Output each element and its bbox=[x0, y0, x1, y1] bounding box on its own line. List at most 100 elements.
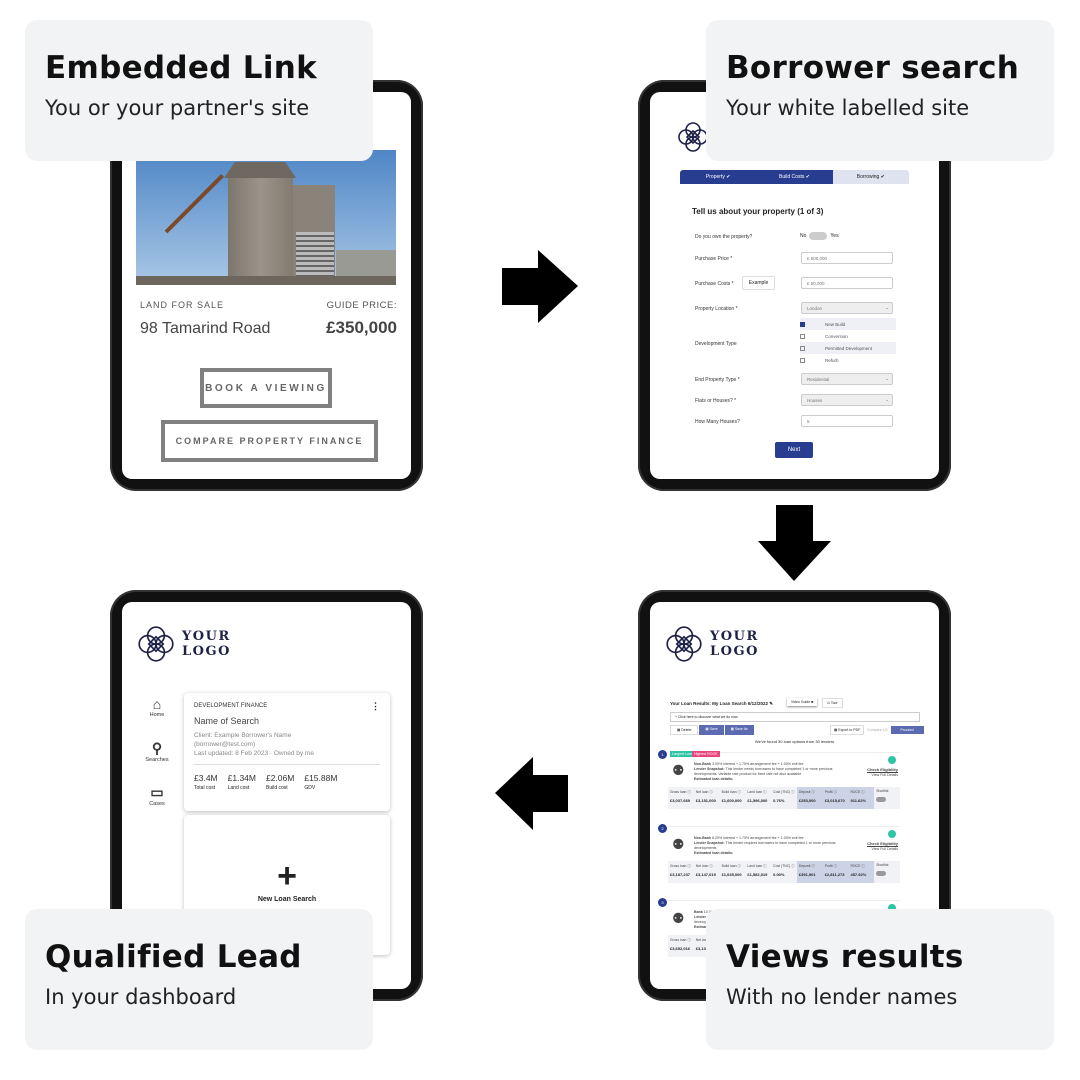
delete-button[interactable]: ▦ Delete bbox=[670, 725, 699, 735]
next-button[interactable]: Next bbox=[775, 442, 813, 458]
listing-address: 98 Tamarind Road bbox=[140, 320, 271, 337]
purchase-price-label: Purchase Price * bbox=[695, 256, 733, 262]
example-button[interactable]: Example bbox=[742, 276, 775, 290]
panel-subtitle: In your dashboard bbox=[45, 985, 237, 1009]
proceed-button[interactable]: Proceed bbox=[890, 726, 924, 734]
purchase-costs-label: Purchase Costs * bbox=[695, 281, 734, 287]
rank-badge: 1 bbox=[658, 750, 667, 759]
compare-finance-button[interactable]: COMPARE PROPERTY FINANCE bbox=[161, 420, 378, 462]
purchase-costs-input[interactable]: £ 50,000 bbox=[801, 277, 893, 289]
nav-searches[interactable]: ⚲ Searches bbox=[142, 740, 172, 763]
stat-header: Build loan ⓘ bbox=[721, 864, 741, 868]
loan-result-row[interactable]: 1 Largest Loan Highest ROCE ⚉ Non-Bank 3.0… bbox=[658, 750, 900, 814]
card-email: (borrower@test.com) bbox=[194, 741, 256, 748]
stat-label: Land cost bbox=[227, 785, 250, 791]
flats-select[interactable]: Houses ⌄ bbox=[801, 394, 893, 406]
count-input[interactable]: 5 bbox=[801, 415, 893, 427]
view-details-link[interactable]: View Full Details bbox=[872, 773, 899, 777]
stat-cell: ROCE ⓘ 911.62% bbox=[848, 787, 875, 809]
nav-label: Home bbox=[149, 712, 165, 718]
checkbox-label: New Build bbox=[825, 321, 846, 327]
location-select[interactable]: London ⌄ bbox=[801, 302, 893, 314]
dev-type-refurb[interactable]: Refurb bbox=[800, 354, 896, 366]
logo-line1: YOUR bbox=[182, 629, 231, 644]
stat-cell: Deposit ⓘ £253,000 bbox=[796, 787, 823, 809]
tab-build-costs[interactable]: Build Costs ✔ bbox=[756, 170, 833, 184]
stat-cell: Shortlist bbox=[874, 861, 900, 883]
search-card[interactable]: DEVELOPMENT FINANCE ⋮ Name of Search Cli… bbox=[184, 693, 390, 811]
dev-type-new-build[interactable]: New Build bbox=[800, 318, 896, 330]
home-icon: ⌂ bbox=[152, 696, 162, 712]
stat-value: 0.00% bbox=[773, 872, 785, 877]
panel-label-embedded: Embedded Link You or your partner's site bbox=[25, 20, 373, 161]
stat-header: Cost (TNC) ⓘ bbox=[773, 790, 795, 794]
checkbox-icon bbox=[800, 357, 805, 363]
stat-value: £3,037,669 bbox=[670, 798, 691, 803]
check-eligibility-link[interactable]: Check Eligibility bbox=[867, 767, 898, 772]
stat-cell: Gross loan ⓘ £3,652,016 bbox=[668, 935, 694, 957]
more-options-icon[interactable]: ⋮ bbox=[371, 701, 380, 712]
nav-cases[interactable]: ▭ Cases bbox=[142, 784, 172, 807]
step-tabs: Property ✔ Build Costs ✔ Borrowing ✔ bbox=[680, 170, 909, 184]
estimated-label: Estimated loan details: bbox=[694, 777, 734, 781]
results-summary: We've found 30 loan options from 30 lend… bbox=[754, 739, 835, 744]
lender-anon-icon: ⚉ bbox=[672, 762, 685, 778]
stat-header: Gross loan ⓘ bbox=[670, 938, 691, 942]
tab-borrowing[interactable]: Borrowing ✔ bbox=[832, 170, 909, 184]
end-type-label: End Property Type * bbox=[695, 377, 740, 383]
upload-icon[interactable] bbox=[888, 756, 896, 764]
video-guide-button[interactable]: Video Guide ■ bbox=[787, 698, 817, 706]
form-heading: Tell us about your property (1 of 3) bbox=[692, 207, 824, 216]
shortlist-toggle[interactable] bbox=[876, 797, 887, 802]
stat-cell: Shortlist bbox=[874, 787, 900, 809]
end-type-select[interactable]: Residential ⌄ bbox=[801, 373, 893, 385]
book-viewing-button[interactable]: BOOK A VIEWING bbox=[200, 368, 332, 408]
stat-label: Total cost bbox=[194, 785, 216, 791]
arrow-left-icon bbox=[495, 757, 568, 830]
dev-type-permitted[interactable]: Permitted Development bbox=[800, 342, 896, 354]
logo-line2: LOGO bbox=[182, 644, 231, 659]
property-photo bbox=[136, 150, 396, 285]
checkbox-label: Conversion bbox=[825, 333, 848, 339]
panel-label-borrower: Borrower search Your white labelled site bbox=[706, 20, 1054, 161]
save-as-button[interactable]: ▦ Save As bbox=[724, 725, 754, 735]
export-pdf-button[interactable]: ▦ Export to PDF bbox=[830, 725, 865, 735]
checkbox-label: Refurb bbox=[825, 357, 839, 363]
rank-badge: 3 bbox=[658, 898, 667, 907]
compare-button[interactable]: Compare 1/3 bbox=[867, 728, 887, 732]
purchase-price-input[interactable]: £ 500,000 bbox=[801, 252, 893, 264]
tour-button[interactable]: ⊙ Tour bbox=[822, 698, 843, 708]
stat-value: £3.4M bbox=[194, 773, 218, 783]
nav-label: Searches bbox=[145, 757, 169, 763]
stat-value: £2,811,273 bbox=[824, 872, 845, 877]
panel-subtitle: With no lender names bbox=[726, 985, 958, 1009]
checkbox-icon bbox=[800, 321, 805, 327]
new-search-label: New Loan Search bbox=[257, 896, 317, 903]
panel-title: Qualified Lead bbox=[45, 939, 302, 975]
tab-property[interactable]: Property ✔ bbox=[680, 170, 757, 184]
lender-anon-icon: ⚉ bbox=[672, 910, 685, 926]
dev-type-conversion[interactable]: Conversion bbox=[800, 330, 896, 342]
check-eligibility-link[interactable]: Check Eligibility bbox=[867, 841, 898, 846]
stat-label: GDV bbox=[304, 785, 316, 791]
own-toggle[interactable]: No Yes bbox=[800, 232, 839, 240]
stat-header: Shortlist bbox=[876, 863, 889, 867]
nav-label: Cases bbox=[149, 801, 165, 807]
nav-home[interactable]: ⌂ Home bbox=[142, 696, 172, 718]
stat-header: Profit ⓘ bbox=[824, 864, 837, 868]
loan-result-row[interactable]: 2 ⚉ Non-Bank 8.20% interest + 1.75% arra… bbox=[658, 824, 900, 888]
chevron-down-icon: ⌄ bbox=[885, 305, 889, 310]
stat-value: £3,187,237 bbox=[670, 872, 691, 877]
save-button[interactable]: ▦ Save bbox=[699, 725, 724, 735]
shortlist-toggle[interactable] bbox=[876, 871, 887, 876]
logo-line2: LOGO bbox=[710, 644, 759, 659]
loan-stats: Gross loan ⓘ £3,037,669 Net loan ⓘ £3,151,0… bbox=[668, 787, 900, 809]
toggle-yes: Yes bbox=[830, 233, 839, 239]
stat-cell: ROCE ⓘ 457.92% bbox=[848, 861, 875, 883]
discover-bar[interactable]: + Click here to discover what we do now. bbox=[670, 712, 920, 722]
stat-value: £1,582,019 bbox=[747, 872, 768, 877]
view-details-link[interactable]: View Full Details bbox=[872, 847, 899, 851]
plus-icon: + bbox=[277, 857, 297, 895]
upload-icon[interactable] bbox=[888, 830, 896, 838]
export-bar: ▦ Export to PDF Compare 1/3 Proceed bbox=[830, 725, 924, 735]
